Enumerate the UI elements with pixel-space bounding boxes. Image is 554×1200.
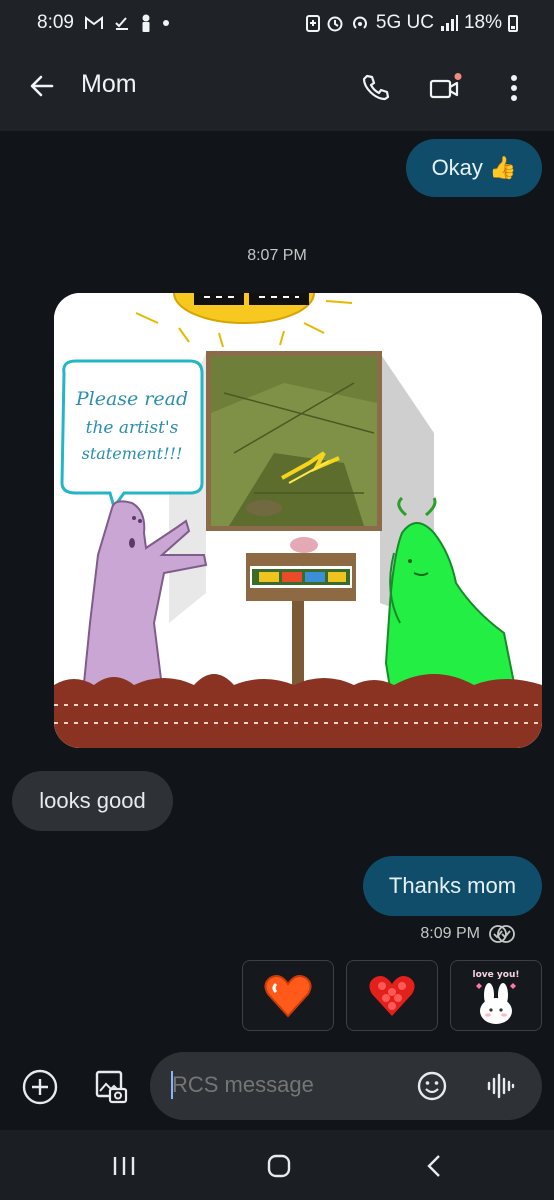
message-input[interactable] xyxy=(172,1072,402,1098)
signal-icon xyxy=(440,15,458,31)
speech-line-2: the artist's xyxy=(86,418,179,438)
status-right: 5G UC 18% xyxy=(305,12,518,34)
status-time: 8:09 xyxy=(37,12,74,33)
status-bar: 8:09 5G UC 18% xyxy=(0,0,554,46)
time-divider: 8:07 PM xyxy=(247,247,307,264)
hotspot-icon xyxy=(350,14,370,32)
battery-saver-icon xyxy=(305,14,320,32)
speech-line-3: statement!!! xyxy=(82,444,183,463)
message-input-pill[interactable] xyxy=(150,1052,542,1120)
status-left: 8:09 xyxy=(37,12,170,34)
back-arrow-icon xyxy=(30,75,54,97)
gmail-icon xyxy=(84,15,104,31)
emoji-button[interactable] xyxy=(408,1062,456,1110)
read-time: 8:09 PM xyxy=(420,925,480,942)
speech-line-1: Please read xyxy=(75,388,188,410)
check-download-icon xyxy=(114,15,130,31)
home-icon xyxy=(267,1154,291,1178)
alarm-icon xyxy=(326,14,344,32)
read-check-icon xyxy=(489,925,515,943)
sticker-bunny-love[interactable]: love you! xyxy=(450,960,542,1031)
bunny-caption: love you! xyxy=(473,970,520,980)
read-receipt: 8:09 PM xyxy=(420,924,516,944)
gallery-button[interactable] xyxy=(86,1063,134,1111)
more-options-button[interactable] xyxy=(492,66,536,110)
bunny-love-sticker: love you! xyxy=(473,970,520,1024)
conversation-header: Mom xyxy=(0,46,554,131)
recents-button[interactable] xyxy=(96,1146,152,1186)
image-message[interactable]: Please read the artist's statement!!! xyxy=(54,293,542,748)
voice-icon xyxy=(487,1073,515,1099)
phone-icon xyxy=(362,74,390,101)
system-nav-bar xyxy=(0,1130,554,1200)
compose-bar xyxy=(0,1051,554,1130)
emoji-icon xyxy=(417,1071,447,1101)
battery-icon xyxy=(508,14,518,32)
home-button[interactable] xyxy=(251,1146,307,1186)
message-list[interactable]: Okay 👍 8:07 PM Please read the artist's … xyxy=(0,131,554,1051)
video-call-icon xyxy=(429,73,462,99)
orange-heart-sticker xyxy=(264,974,312,1017)
sticker-red-heart[interactable] xyxy=(346,960,438,1031)
painting-drawing xyxy=(206,351,382,531)
add-attachment-button[interactable] xyxy=(16,1063,64,1111)
back-icon xyxy=(427,1155,440,1177)
more-vert-icon xyxy=(511,75,517,101)
sticker-orange-heart[interactable] xyxy=(242,960,334,1031)
speech-bubble-drawing: Please read the artist's statement!!! xyxy=(60,359,204,511)
artwork-image: Please read the artist's statement!!! xyxy=(54,293,542,748)
back-arrow-button[interactable] xyxy=(22,66,62,106)
battery-percent: 18% xyxy=(463,12,502,33)
dot-icon xyxy=(162,19,170,27)
outgoing-message[interactable]: Thanks mom xyxy=(363,856,542,916)
contact-name[interactable]: Mom xyxy=(81,70,137,99)
network-label: 5G UC xyxy=(375,12,434,33)
back-nav-button[interactable] xyxy=(406,1146,462,1186)
gallery-icon xyxy=(95,1070,128,1104)
red-heart-sticker xyxy=(369,975,415,1016)
call-button[interactable] xyxy=(353,66,397,110)
floor-drawing xyxy=(54,674,542,748)
video-call-button[interactable] xyxy=(423,66,467,110)
voice-message-button[interactable] xyxy=(476,1062,524,1110)
person-icon xyxy=(140,14,152,32)
add-icon xyxy=(22,1069,58,1105)
recents-icon xyxy=(113,1157,135,1175)
incoming-message[interactable]: looks good xyxy=(12,771,173,831)
outgoing-message[interactable]: Okay 👍 xyxy=(406,139,542,197)
